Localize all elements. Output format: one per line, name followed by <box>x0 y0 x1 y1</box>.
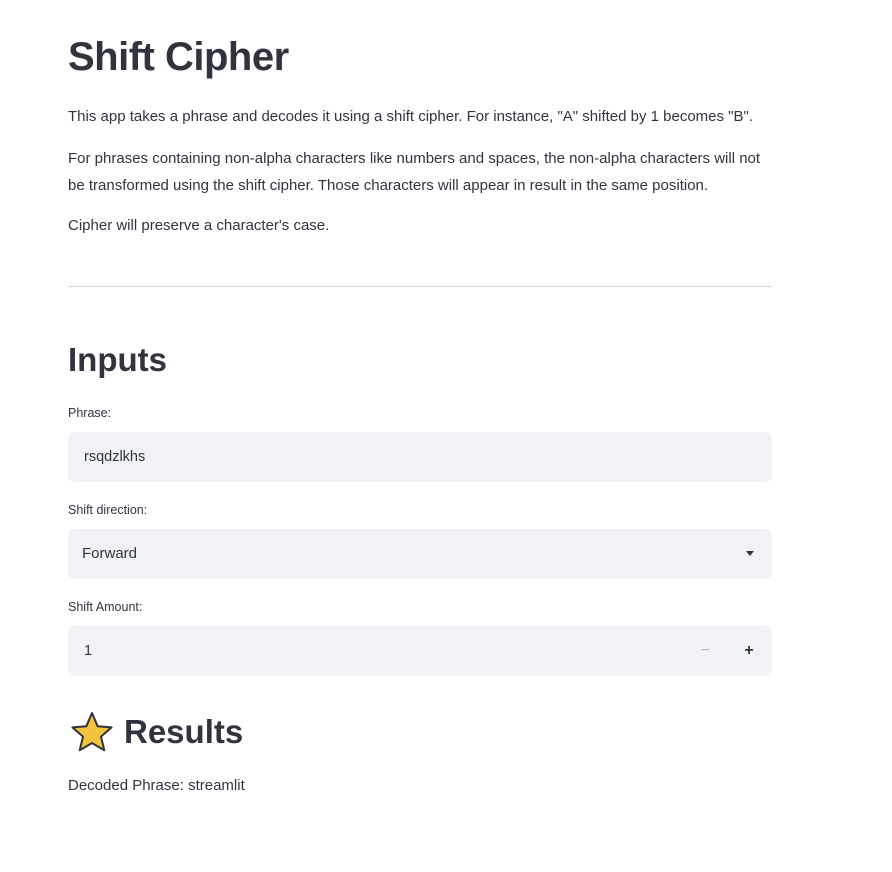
increment-button[interactable]: + <box>727 626 771 676</box>
description-paragraph-3: Cipher will preserve a character's case. <box>68 217 330 234</box>
shift-direction-value: Forward <box>82 545 138 562</box>
star-icon <box>71 712 113 752</box>
results-heading: Results <box>68 710 243 754</box>
decoded-phrase-text: Decoded Phrase: streamlit <box>68 777 245 794</box>
description-paragraph-1: This app takes a phrase and decodes it u… <box>68 108 754 125</box>
page-title: Shift Cipher <box>68 35 289 79</box>
shift-amount-label: Shift Amount: <box>68 600 143 614</box>
shift-amount-stepper: 1 − + <box>68 626 772 676</box>
shift-direction-select[interactable]: Forward <box>68 529 772 579</box>
phrase-field <box>68 432 772 482</box>
decrement-button[interactable]: − <box>683 626 727 676</box>
shift-direction-label: Shift direction: <box>68 503 148 517</box>
results-heading-text: Results <box>124 713 244 750</box>
shift-amount-input[interactable]: 1 <box>84 641 92 661</box>
divider <box>68 286 772 287</box>
inputs-heading: Inputs <box>68 341 167 378</box>
description-paragraph-2: For phrases containing non-alpha charact… <box>68 150 761 194</box>
chevron-down-icon[interactable] <box>746 551 754 556</box>
phrase-input[interactable] <box>68 432 772 482</box>
phrase-label: Phrase: <box>68 406 112 420</box>
